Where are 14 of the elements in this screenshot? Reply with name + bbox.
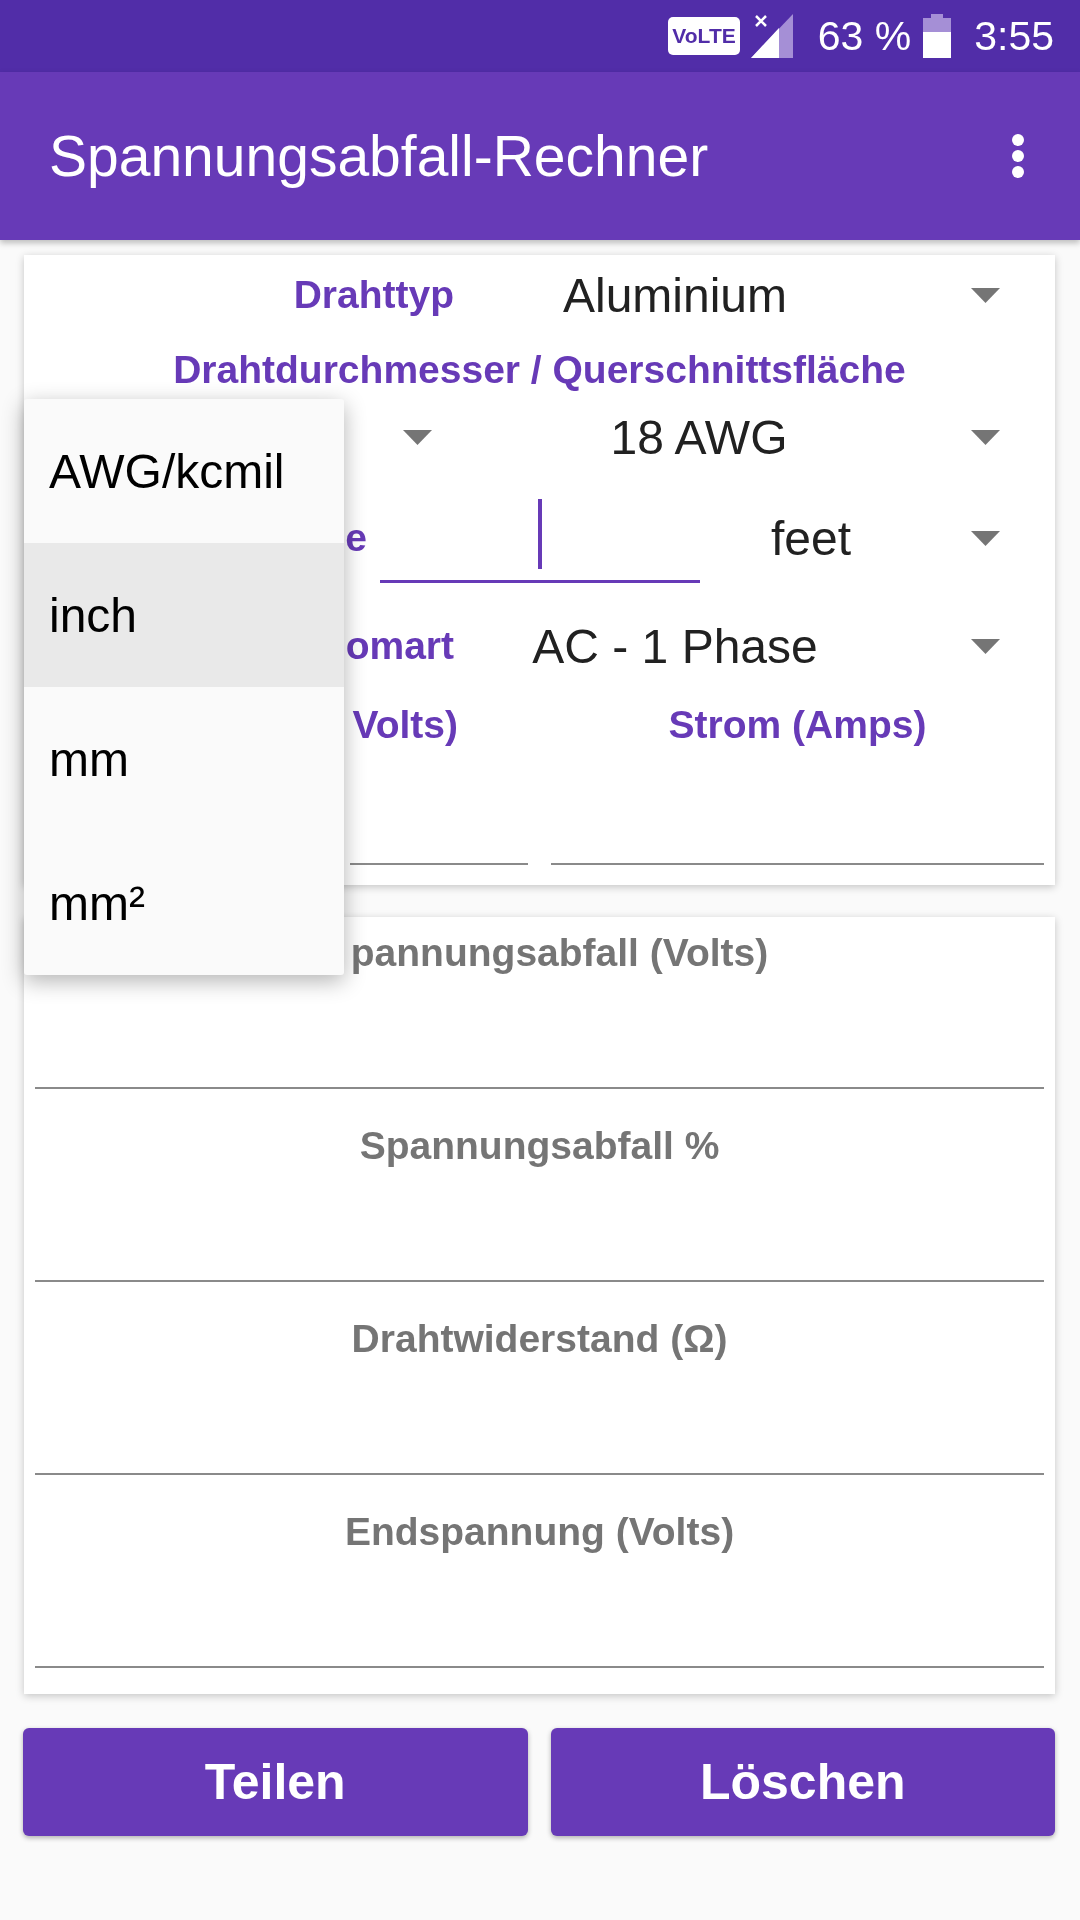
result-label: pannungsabfall (Volts) (350, 931, 769, 974)
app-title: Spannungsabfall-Rechner (49, 122, 710, 190)
section-heading: Drahtdurchmesser / Querschnittsfläche (173, 347, 906, 391)
result-label: Drahtwiderstand (Ω) (351, 1317, 728, 1360)
network-type-badge: VoLTE (668, 17, 740, 55)
field-label: Drahttyp (293, 272, 454, 316)
clock-time: 3:55 (974, 15, 1054, 57)
field-label: omart (345, 623, 454, 667)
battery-percent: 63 % (817, 15, 912, 57)
field-label: Strom (Amps) (668, 702, 927, 746)
field-label: Volts) (352, 702, 458, 746)
field-label: e (345, 515, 367, 559)
result-label: Endspannung (Volts) (344, 1510, 735, 1553)
result-label: Spannungsabfall % (359, 1124, 720, 1167)
